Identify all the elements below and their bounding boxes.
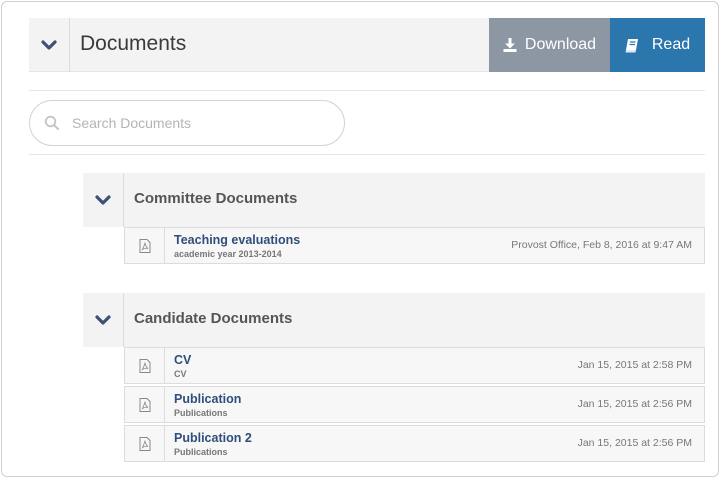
pdf-file-icon [125, 228, 165, 263]
document-name[interactable]: Teaching evaluations [174, 233, 300, 247]
search-box[interactable] [29, 100, 345, 146]
book-icon [625, 38, 638, 52]
documents-header: Documents Download Read [29, 18, 705, 72]
chevron-down-icon [41, 39, 57, 50]
document-row[interactable]: Publication 2 Publications Jan 15, 2015 … [124, 425, 705, 462]
document-row[interactable]: CV CV Jan 15, 2015 at 2:58 PM [124, 347, 705, 384]
page-title: Documents [80, 32, 187, 55]
document-meta: Jan 15, 2015 at 2:56 PM [577, 398, 692, 410]
collapse-section-button[interactable] [83, 173, 124, 227]
documents-panel: Documents Download Read Search Documents… [1, 1, 719, 477]
section-header: Candidate Documents [83, 293, 705, 347]
pdf-file-icon [125, 387, 165, 422]
section-title: Candidate Documents [134, 310, 293, 327]
download-button[interactable]: Download [489, 18, 610, 72]
document-row[interactable]: Publication Publications Jan 15, 2015 at… [124, 386, 705, 423]
pdf-file-icon [125, 426, 165, 461]
read-label: Read [651, 36, 691, 53]
document-meta: Provost Office, Feb 8, 2016 at 9:47 AM [511, 239, 692, 251]
document-meta: Jan 15, 2015 at 2:56 PM [577, 437, 692, 449]
document-subtitle: Publications [174, 408, 228, 418]
pdf-file-icon [125, 348, 165, 383]
download-icon [503, 38, 517, 52]
read-button[interactable]: Read [610, 18, 705, 72]
chevron-down-icon [95, 314, 111, 325]
divider [29, 90, 705, 91]
document-subtitle: Publications [174, 447, 228, 457]
divider [29, 154, 705, 155]
download-label: Download [524, 36, 597, 53]
section-title: Committee Documents [134, 190, 298, 207]
document-subtitle: academic year 2013-2014 [174, 249, 282, 259]
document-name[interactable]: Publication [174, 392, 241, 406]
document-subtitle: CV [174, 369, 187, 379]
section-candidate-documents: Candidate Documents CV CV Jan 15, 2015 a… [83, 293, 705, 464]
collapse-section-button[interactable] [83, 293, 124, 347]
section-committee-documents: Committee Documents Teaching evaluations… [83, 173, 705, 266]
chevron-down-icon [95, 194, 111, 205]
document-meta: Jan 15, 2015 at 2:58 PM [577, 359, 692, 371]
search-input[interactable] [72, 115, 312, 131]
document-name[interactable]: CV [174, 353, 191, 367]
search-icon [44, 115, 60, 131]
document-row[interactable]: Teaching evaluations academic year 2013-… [124, 227, 705, 264]
document-name[interactable]: Publication 2 [174, 431, 252, 445]
section-header: Committee Documents [83, 173, 705, 227]
collapse-documents-button[interactable] [29, 18, 70, 72]
